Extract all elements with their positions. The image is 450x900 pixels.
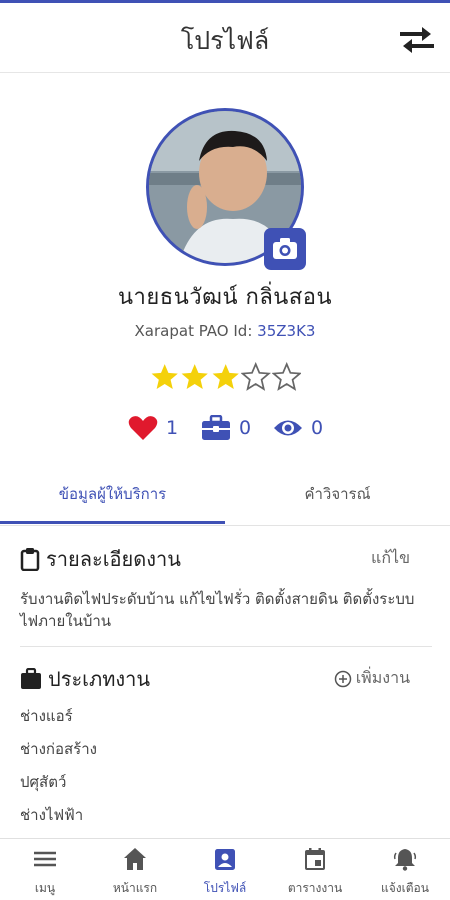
job-detail-title: รายละเอียดงาน bbox=[46, 547, 181, 571]
list-item: ช่างแอร์ bbox=[20, 707, 73, 725]
jobs-count: 0 bbox=[239, 417, 252, 439]
section-divider bbox=[20, 646, 432, 647]
add-job-label: เพิ่มงาน bbox=[355, 668, 410, 687]
nav-item-profile[interactable]: โปรไฟล์ bbox=[180, 839, 270, 900]
nav-item-menu[interactable]: เมนู bbox=[0, 839, 90, 900]
nav-label: เมนู bbox=[34, 881, 56, 895]
profile-name: นายธนวัฒน์ กลิ่นสอน bbox=[117, 285, 333, 310]
nav-label: โปรไฟล์ bbox=[203, 881, 247, 895]
star-empty-icon bbox=[241, 362, 271, 391]
briefcase-icon bbox=[21, 668, 41, 689]
likes-stat: 1 bbox=[128, 412, 178, 444]
star-empty-icon bbox=[271, 362, 302, 391]
profile-tabs: ข้อมูลผู้ให้บริการ คำวิจารณ์ bbox=[0, 466, 450, 526]
tab-reviews[interactable]: คำวิจารณ์ bbox=[225, 466, 450, 524]
eye-icon bbox=[274, 420, 302, 436]
list-item: ช่างก่อสร้าง bbox=[20, 740, 97, 758]
add-job-button[interactable]: เพิ่มงาน bbox=[334, 666, 410, 691]
nav-label: ตารางงาน bbox=[287, 881, 343, 895]
clipboard-icon bbox=[20, 548, 40, 571]
camera-icon bbox=[273, 238, 297, 259]
tab-provider-info[interactable]: ข้อมูลผู้ให้บริการ bbox=[0, 466, 225, 524]
jobs-stat: 0 bbox=[201, 412, 251, 444]
menu-icon bbox=[34, 851, 56, 867]
profile-id-value: 35Z3K3 bbox=[257, 322, 316, 340]
job-detail-section: รายละเอียดงาน แก้ไข รับงานติดไฟประดับบ้า… bbox=[20, 544, 432, 632]
job-types-title: ประเภทงาน bbox=[48, 667, 151, 691]
bell-icon bbox=[393, 849, 417, 871]
avatar-container bbox=[146, 108, 306, 270]
nav-item-schedule[interactable]: ตารางงาน bbox=[270, 839, 360, 900]
star-filled-icon bbox=[151, 364, 178, 390]
job-types-section: ประเภทงาน เพิ่มงาน ช่างแอร์ ช่างก่อสร้าง… bbox=[20, 664, 432, 836]
rating-stars bbox=[150, 362, 302, 394]
home-icon bbox=[124, 848, 146, 870]
camera-button[interactable] bbox=[264, 228, 306, 270]
briefcase-icon bbox=[202, 415, 230, 440]
calendar-icon bbox=[305, 848, 325, 870]
star-filled-icon bbox=[212, 364, 239, 390]
swap-arrows-icon[interactable] bbox=[398, 25, 436, 55]
profile-stats: 1 0 0 bbox=[0, 412, 450, 444]
add-circle-icon bbox=[334, 670, 351, 687]
star-filled-icon bbox=[181, 364, 209, 390]
views-count: 0 bbox=[311, 417, 324, 439]
profile-id-line: Xarapat PAO Id: 35Z3K3 bbox=[0, 322, 450, 340]
heart-icon bbox=[128, 416, 158, 440]
profile-icon bbox=[215, 849, 235, 870]
nav-label: แจ้งเตือน bbox=[381, 881, 429, 895]
edit-job-detail-button[interactable]: แก้ไข bbox=[371, 546, 410, 571]
nav-label: หน้าแรก bbox=[112, 881, 158, 895]
likes-count: 1 bbox=[166, 417, 179, 439]
list-item: ปศุสัตว์ bbox=[20, 773, 67, 791]
list-item: ช่างไฟฟ้า bbox=[20, 806, 84, 824]
views-stat: 0 bbox=[273, 412, 323, 444]
bottom-navigation: เมนู หน้าแรก โปรไฟล์ ตารางงาน แจ้งเตือน bbox=[0, 838, 450, 900]
page-title: โปรไฟล์ bbox=[180, 26, 270, 55]
job-type-list: ช่างแอร์ ช่างก่อสร้าง ปศุสัตว์ ช่างไฟฟ้า bbox=[20, 704, 432, 836]
nav-item-notifications[interactable]: แจ้งเตือน bbox=[360, 839, 450, 900]
profile-id-label: Xarapat PAO Id: bbox=[134, 322, 253, 340]
job-detail-description: รับงานติดไฟประดับบ้าน แก้ไขไฟรั่ว ติดตั้… bbox=[20, 590, 415, 630]
app-header: โปรไฟล์ bbox=[0, 3, 450, 73]
nav-item-home[interactable]: หน้าแรก bbox=[90, 839, 180, 900]
